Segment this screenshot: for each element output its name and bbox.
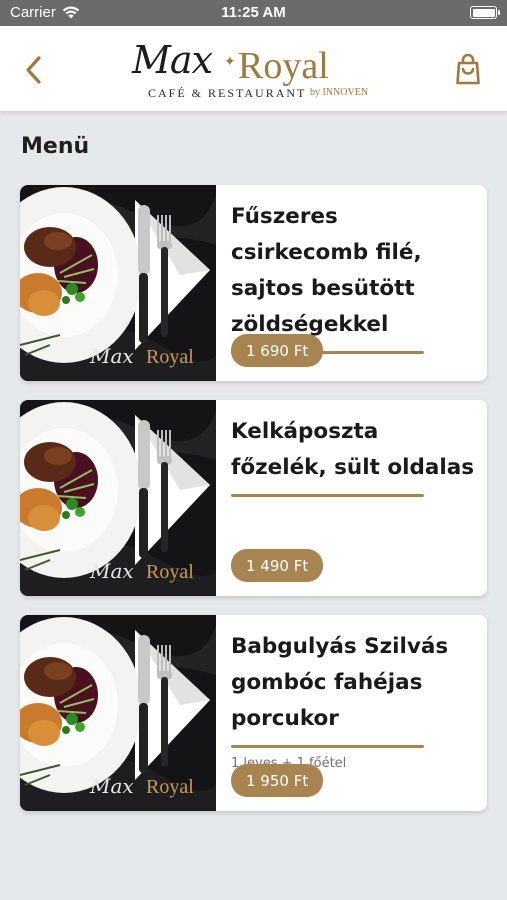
page-title: Menü bbox=[21, 134, 90, 159]
thumbnail-logo-max: Max bbox=[89, 559, 134, 583]
logo-by-text: by INNOVEN bbox=[310, 87, 369, 98]
status-bar: Carrier 11:25 AM bbox=[0, 0, 507, 26]
shopping-bag-icon bbox=[456, 53, 480, 85]
navigation-bar: Max ✦ Royal CAFÉ & RESTAURANT by INNOVEN bbox=[0, 26, 507, 112]
logo-royal-text: Royal bbox=[238, 45, 329, 87]
logo-star-icon: ✦ bbox=[224, 54, 236, 70]
menu-item-price-button[interactable]: 1 690 Ft bbox=[231, 334, 324, 367]
logo-max-text: Max bbox=[132, 38, 213, 82]
menu-item-name: Fűszeres csirkecomb filé, sajtos besütöt… bbox=[231, 204, 422, 337]
status-time: 11:25 AM bbox=[221, 4, 286, 21]
menu-item-price-button[interactable]: 1 490 Ft bbox=[231, 549, 324, 582]
thumbnail-logo-royal: Royal bbox=[146, 346, 194, 368]
thumbnail-logo-royal: Royal bbox=[146, 776, 194, 798]
menu-item-price-button[interactable]: 1 950 Ft bbox=[231, 764, 324, 797]
menu-item-name: Babgulyás Szilvás gombóc fahéjas porcuko… bbox=[231, 634, 449, 731]
menu-item-card[interactable]: Max Royal Kelkáposzta főzelék, sült olda… bbox=[20, 400, 487, 596]
thumbnail-logo-max: Max bbox=[89, 344, 134, 368]
menu-item-card[interactable]: Max Royal Fűszeres csirkecomb filé, sajt… bbox=[20, 185, 487, 381]
food-image: Max Royal bbox=[20, 185, 216, 381]
thumbnail-logo-max: Max bbox=[89, 774, 134, 798]
brand-logo: Max ✦ Royal CAFÉ & RESTAURANT by INNOVEN bbox=[120, 34, 370, 104]
back-button[interactable] bbox=[14, 48, 54, 92]
battery-icon bbox=[470, 6, 500, 19]
menu-item-divider bbox=[231, 745, 424, 748]
menu-item-divider bbox=[231, 494, 424, 497]
chevron-left-icon bbox=[26, 56, 41, 84]
food-image: Max Royal bbox=[20, 615, 216, 811]
logo-subtitle: CAFÉ & RESTAURANT bbox=[148, 86, 307, 100]
thumbnail-logo-royal: Royal bbox=[146, 561, 194, 583]
menu-item-name: Kelkáposzta főzelék, sült oldalas bbox=[231, 419, 475, 480]
menu-list: Max Royal Fűszeres csirkecomb filé, sajt… bbox=[20, 185, 487, 830]
cart-button[interactable] bbox=[453, 52, 483, 86]
food-image: Max Royal bbox=[20, 400, 216, 596]
menu-item-card[interactable]: Max Royal Babgulyás Szilvás gombóc fahéj… bbox=[20, 615, 487, 811]
